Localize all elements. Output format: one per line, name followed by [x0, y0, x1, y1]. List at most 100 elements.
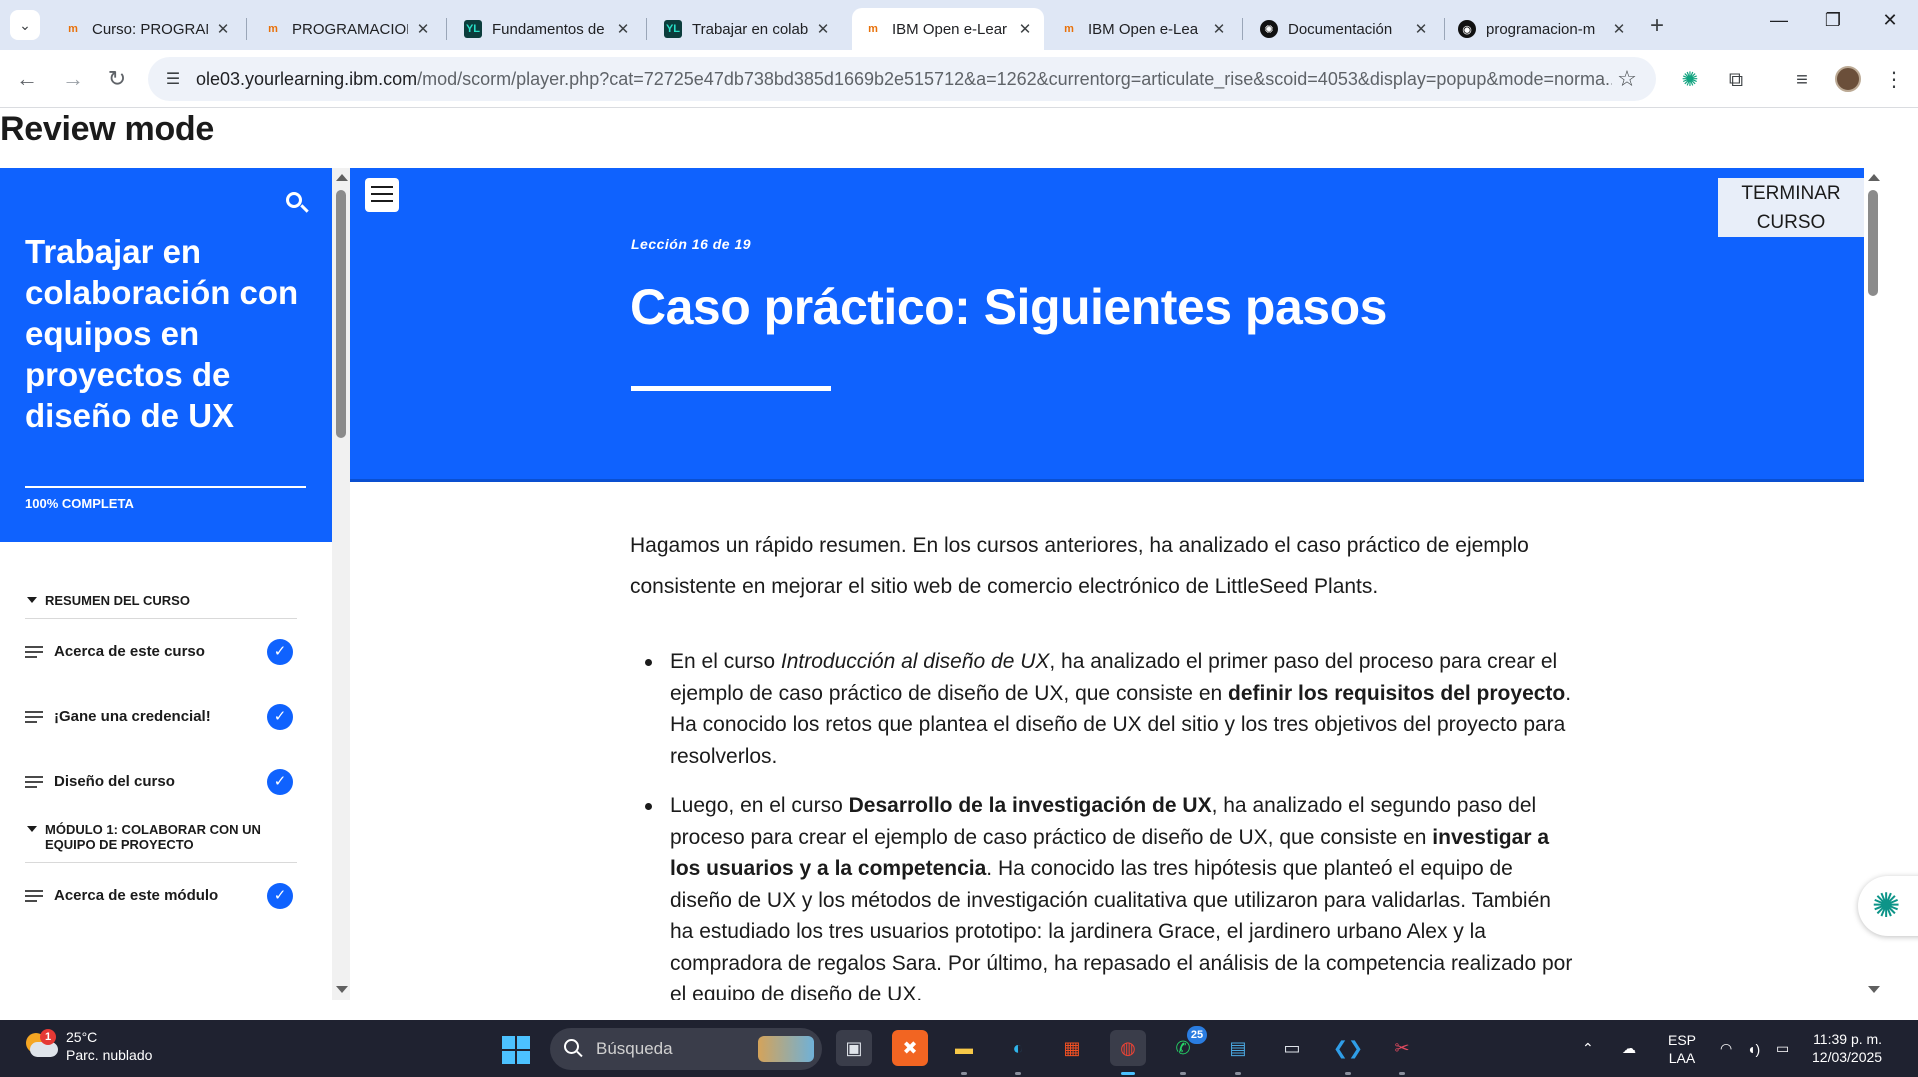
- language-indicator[interactable]: ESP LAA: [1668, 1020, 1696, 1077]
- sidebar-scrollbar[interactable]: [332, 168, 350, 1000]
- lesson-hero: TERMINAR CURSO Lección 16 de 19 Caso prá…: [350, 168, 1864, 482]
- course-sidebar: Trabajar en colaboración con equipos en …: [0, 168, 332, 1000]
- arrow-left-icon: ←: [16, 66, 38, 91]
- yl-icon: YL: [464, 20, 482, 38]
- browser-tab[interactable]: ✺ Documentación ✕: [1248, 8, 1440, 50]
- back-button[interactable]: ←: [12, 64, 42, 94]
- notepad-icon[interactable]: ▤: [1220, 1030, 1256, 1066]
- review-mode-heading: Review mode: [0, 110, 214, 148]
- close-icon[interactable]: ✕: [1210, 20, 1228, 38]
- minimize-button[interactable]: —: [1764, 10, 1794, 31]
- close-icon[interactable]: ✕: [1016, 20, 1034, 38]
- sidebar-lesson[interactable]: Diseño del curso ✓: [25, 749, 297, 814]
- battery-icon[interactable]: ▭: [1776, 1020, 1789, 1077]
- show-hidden-icons[interactable]: ⌃: [1582, 1020, 1594, 1077]
- browser-tab[interactable]: ◉ programacion-m ✕: [1446, 8, 1638, 50]
- bookmark-star-icon[interactable]: ☆: [1612, 66, 1642, 92]
- menu-hamburger-icon[interactable]: [365, 178, 399, 212]
- check-icon: ✓: [267, 703, 293, 730]
- check-icon: ✓: [267, 768, 293, 795]
- scroll-up-icon[interactable]: [336, 174, 348, 181]
- forward-button[interactable]: →: [58, 64, 88, 94]
- close-icon[interactable]: ✕: [414, 20, 432, 38]
- browser-tab[interactable]: YL Fundamentos de ✕: [452, 8, 642, 50]
- list-item: Luego, en el curso Desarrollo de la inve…: [630, 790, 1580, 1000]
- chevron-down-icon: ⌄: [19, 16, 31, 33]
- progress-label: 100% COMPLETA: [25, 496, 134, 511]
- finish-course-button[interactable]: TERMINAR CURSO: [1718, 178, 1864, 237]
- scroll-down-icon[interactable]: [336, 986, 348, 993]
- edge-icon[interactable]: ◐: [1000, 1030, 1036, 1066]
- vscode-icon[interactable]: ❮❯: [1330, 1030, 1366, 1066]
- lesson-content: TERMINAR CURSO Lección 16 de 19 Caso prá…: [350, 168, 1864, 1000]
- scroll-down-icon[interactable]: [1868, 986, 1880, 993]
- system-clock[interactable]: 11:39 p. m. 12/03/2025: [1812, 1030, 1882, 1066]
- close-icon[interactable]: ✕: [814, 20, 832, 38]
- volume-icon[interactable]: ◖): [1747, 1020, 1760, 1077]
- extensions-puzzle-icon[interactable]: ⧉: [1722, 66, 1750, 94]
- tab-strip: ⌄ m Curso: PROGRAM ✕ m PROGRAMACION ✕ YL…: [0, 0, 1918, 50]
- browser-tab[interactable]: m Curso: PROGRAM ✕: [52, 8, 242, 50]
- chatgpt-extension-icon[interactable]: ✺: [1676, 66, 1704, 94]
- course-title: Trabajar en colaboración con equipos en …: [25, 233, 299, 434]
- terminal-icon[interactable]: ▭: [1274, 1030, 1310, 1066]
- weather-widget[interactable]: 1 25°C Parc. nublado: [24, 1028, 152, 1064]
- sidebar-lesson[interactable]: ¡Gane una credencial! ✓: [25, 684, 297, 749]
- windows-start-icon[interactable]: [502, 1036, 530, 1064]
- sidebar-section: MÓDULO 1: COLABORAR CON UN EQUIPO DE PRO…: [25, 822, 297, 928]
- xampp-icon[interactable]: ✖: [892, 1030, 928, 1066]
- task-view-icon[interactable]: ▣: [836, 1030, 872, 1066]
- browser-tab[interactable]: YL Trabajar en colab ✕: [652, 8, 842, 50]
- recap-list: En el curso Introducción al diseño de UX…: [630, 646, 1580, 1000]
- section-toggle[interactable]: MÓDULO 1: COLABORAR CON UN EQUIPO DE PRO…: [25, 822, 297, 852]
- whatsapp-icon[interactable]: ✆ 25: [1165, 1026, 1207, 1066]
- onedrive-offline-icon[interactable]: ☁: [1622, 1020, 1636, 1077]
- lesson-counter: Lección 16 de 19: [631, 236, 752, 252]
- snipping-tool-icon[interactable]: ✂: [1384, 1030, 1420, 1066]
- profile-avatar[interactable]: [1835, 66, 1861, 92]
- chatgpt-floating-button[interactable]: ✺: [1858, 876, 1918, 936]
- browser-tab[interactable]: m IBM Open e-Lea ✕: [1048, 8, 1238, 50]
- browser-tab[interactable]: m PROGRAMACION ✕: [252, 8, 442, 50]
- search-icon[interactable]: [284, 190, 310, 216]
- scrollbar-thumb[interactable]: [1868, 190, 1878, 296]
- ibm-icon: m: [1064, 23, 1074, 35]
- sidebar-section: RESUMEN DEL CURSO Acerca de este curso ✓…: [25, 593, 297, 814]
- media-control-icon[interactable]: ≡: [1788, 66, 1816, 94]
- menu-kebab-icon[interactable]: ⋮: [1880, 66, 1908, 94]
- close-icon[interactable]: ✕: [214, 20, 232, 38]
- lesson-title: Caso práctico: Siguientes pasos: [630, 279, 1387, 335]
- scroll-up-icon[interactable]: [1868, 174, 1880, 181]
- list-item: En el curso Introducción al diseño de UX…: [630, 646, 1580, 772]
- sidebar-lesson[interactable]: Acerca de este curso ✓: [25, 619, 297, 684]
- content-scrollbar[interactable]: [1864, 168, 1882, 1000]
- sidebar-lesson[interactable]: Acerca de este módulo ✓: [25, 863, 297, 928]
- lesson-lines-icon: [25, 887, 43, 905]
- search-highlight-image: [758, 1036, 814, 1062]
- url-text[interactable]: ole03.yourlearning.ibm.com/mod/scorm/pla…: [196, 69, 1612, 90]
- restore-button[interactable]: ❐: [1818, 10, 1848, 31]
- caret-down-icon: [27, 597, 37, 603]
- sidebar-header: Trabajar en colaboración con equipos en …: [0, 168, 332, 542]
- close-icon[interactable]: ✕: [1412, 20, 1430, 38]
- tab-search-button[interactable]: ⌄: [10, 10, 40, 40]
- caret-down-icon: [27, 826, 37, 832]
- title-rule: [631, 386, 831, 391]
- wifi-icon[interactable]: ◠: [1720, 1020, 1732, 1077]
- section-toggle[interactable]: RESUMEN DEL CURSO: [25, 593, 297, 608]
- site-info-icon[interactable]: ☰: [162, 69, 184, 89]
- scrollbar-thumb[interactable]: [336, 190, 346, 438]
- close-window-button[interactable]: ✕: [1875, 10, 1905, 31]
- browser-toolbar: ← → ↻ ☰ ole03.yourlearning.ibm.com/mod/s…: [0, 50, 1918, 108]
- close-icon[interactable]: ✕: [1610, 20, 1628, 38]
- close-icon[interactable]: ✕: [614, 20, 632, 38]
- browser-tab-active[interactable]: m IBM Open e-Lear ✕: [852, 8, 1044, 50]
- ms-store-icon[interactable]: ▦: [1054, 1030, 1090, 1066]
- chrome-icon[interactable]: ◍: [1110, 1030, 1146, 1066]
- address-bar[interactable]: ☰ ole03.yourlearning.ibm.com/mod/scorm/p…: [148, 57, 1656, 101]
- file-explorer-icon[interactable]: ▬: [946, 1030, 982, 1066]
- check-icon: ✓: [267, 638, 293, 665]
- new-tab-button[interactable]: +: [1650, 12, 1664, 40]
- taskbar-search[interactable]: Búsqueda: [550, 1028, 822, 1070]
- reload-button[interactable]: ↻: [102, 64, 132, 94]
